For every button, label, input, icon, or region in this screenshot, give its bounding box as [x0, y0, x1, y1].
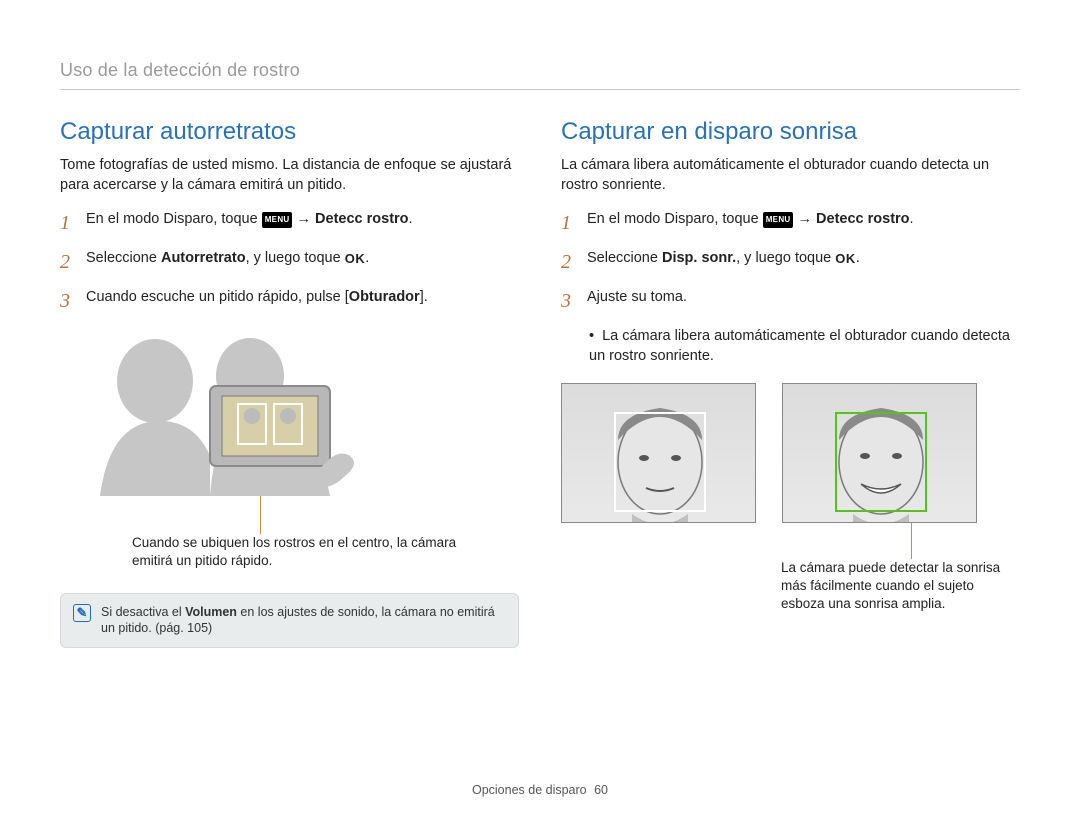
note-fragment: Si desactiva el: [101, 605, 185, 619]
step-fragment: , y luego toque: [246, 250, 345, 266]
step-fragment: ].: [420, 289, 428, 305]
ok-icon: OK: [345, 250, 366, 269]
step-bold: Disp. sonr.: [662, 250, 736, 266]
lead-right: La cámara libera automáticamente el obtu…: [561, 156, 1020, 195]
step-number: 3: [60, 287, 76, 316]
menu-icon: MENU: [763, 212, 794, 228]
caption-right: La cámara puede detectar la sonrisa más …: [781, 559, 1020, 614]
step-number: 2: [60, 248, 76, 277]
arrow-icon: →: [798, 211, 817, 227]
sub-bullets-right: La cámara libera automáticamente el obtu…: [589, 326, 1020, 367]
step-fragment: En el modo Disparo, toque: [86, 211, 262, 227]
selfportrait-svg: [60, 326, 420, 496]
step-1-right: 1 En el modo Disparo, toque MENU → Detec…: [561, 209, 1020, 238]
right-column: Capturar en disparo sonrisa La cámara li…: [561, 118, 1020, 648]
step-text: Seleccione Disp. sonr., y luego toque OK…: [587, 248, 1020, 269]
menu-icon: MENU: [262, 212, 293, 228]
page-footer: Opciones de disparo 60: [0, 783, 1080, 797]
step-text: Seleccione Autorretrato, y luego toque O…: [86, 248, 519, 269]
step-fragment: .: [409, 211, 413, 227]
step-text: Cuando escuche un pitido rápido, pulse […: [86, 287, 519, 308]
caption-left: Cuando se ubiquen los rostros en el cent…: [132, 534, 472, 570]
arrow-icon: →: [297, 211, 316, 227]
section-heading-right: Capturar en disparo sonrisa: [561, 118, 1020, 146]
step-number: 2: [561, 248, 577, 277]
step-text: Ajuste su toma.: [587, 287, 1020, 308]
note-icon: ✎: [73, 604, 91, 622]
step-fragment: Seleccione: [86, 250, 161, 266]
step-number: 1: [561, 209, 577, 238]
step-bold: Detecc rostro: [816, 211, 909, 227]
note-bold: Volumen: [185, 605, 237, 619]
thumb-smiling-face: [782, 383, 977, 523]
ok-icon: OK: [835, 250, 856, 269]
step-3-right: 3 Ajuste su toma.: [561, 287, 1020, 316]
footer-section: Opciones de disparo: [472, 783, 587, 797]
callout-line: [911, 523, 912, 559]
thumb-neutral-face: [561, 383, 756, 523]
breadcrumb: Uso de la detección de rostro: [60, 60, 1020, 81]
two-column-layout: Capturar autorretratos Tome fotografías …: [60, 118, 1020, 648]
step-fragment: .: [856, 250, 860, 266]
step-3-left: 3 Cuando escuche un pitido rápido, pulse…: [60, 287, 519, 316]
step-number: 3: [561, 287, 577, 316]
step-fragment: Cuando escuche un pitido rápido, pulse [: [86, 289, 349, 305]
step-text: En el modo Disparo, toque MENU → Detecc …: [587, 209, 1020, 230]
step-bold: Detecc rostro: [315, 211, 408, 227]
lead-left: Tome fotografías de usted mismo. La dist…: [60, 156, 519, 195]
left-column: Capturar autorretratos Tome fotografías …: [60, 118, 519, 648]
step-bold: Obturador: [349, 289, 420, 305]
steps-left: 1 En el modo Disparo, toque MENU → Detec…: [60, 209, 519, 316]
step-1-left: 1 En el modo Disparo, toque MENU → Detec…: [60, 209, 519, 238]
step-fragment: En el modo Disparo, toque: [587, 211, 763, 227]
step-fragment: Seleccione: [587, 250, 662, 266]
divider: [60, 89, 1020, 90]
smile-thumbnails: [561, 383, 1020, 523]
section-heading-left: Capturar autorretratos: [60, 118, 519, 146]
step-bold: Autorretrato: [161, 250, 246, 266]
callout-line: [260, 496, 261, 534]
bullet-item: La cámara libera automáticamente el obtu…: [589, 326, 1020, 367]
step-number: 1: [60, 209, 76, 238]
steps-right: 1 En el modo Disparo, toque MENU → Detec…: [561, 209, 1020, 316]
manual-page: Uso de la detección de rostro Capturar a…: [0, 0, 1080, 815]
step-2-right: 2 Seleccione Disp. sonr., y luego toque …: [561, 248, 1020, 277]
step-fragment: , y luego toque: [736, 250, 835, 266]
step-2-left: 2 Seleccione Autorretrato, y luego toque…: [60, 248, 519, 277]
step-fragment: .: [365, 250, 369, 266]
face-box-white: [614, 412, 706, 512]
note-box: ✎ Si desactiva el Volumen en los ajustes…: [60, 593, 519, 649]
footer-page-number: 60: [594, 783, 608, 797]
illustration-selfportrait: Cuando se ubiquen los rostros en el cent…: [60, 326, 519, 570]
illustration-smile: La cámara puede detectar la sonrisa más …: [561, 383, 1020, 614]
note-text: Si desactiva el Volumen en los ajustes d…: [101, 604, 506, 638]
step-fragment: .: [910, 211, 914, 227]
face-box-green: [835, 412, 927, 512]
step-text: En el modo Disparo, toque MENU → Detecc …: [86, 209, 519, 230]
